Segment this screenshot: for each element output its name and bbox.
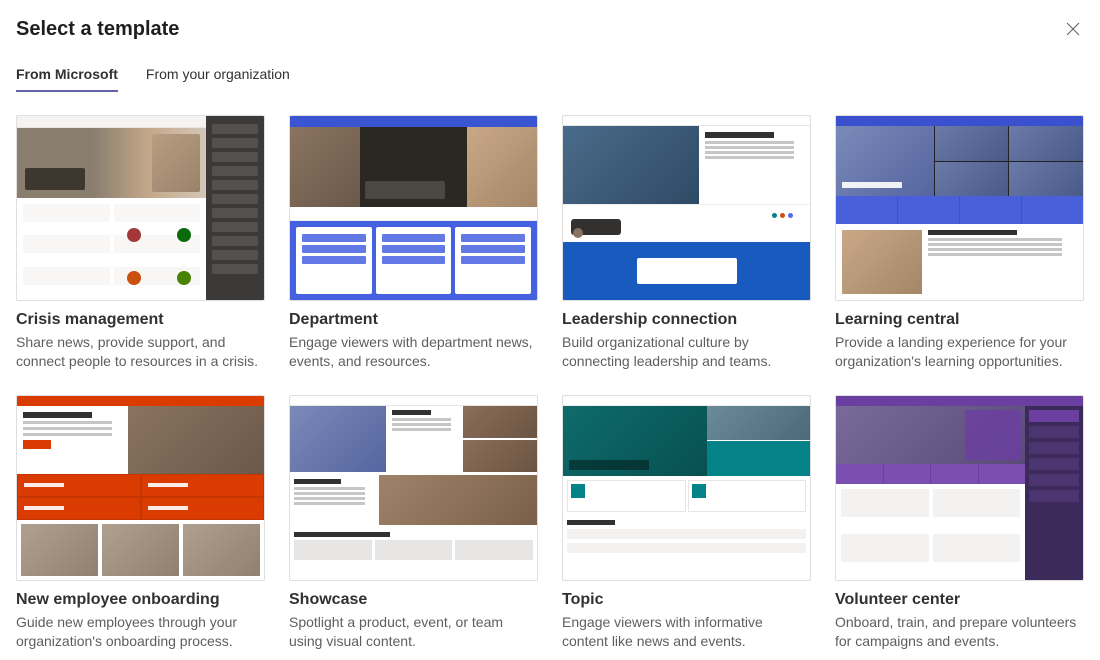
template-card-topic[interactable]: Topic Engage viewers with informative co… bbox=[562, 395, 811, 651]
template-description: Provide a landing experience for your or… bbox=[835, 333, 1084, 371]
template-thumbnail bbox=[289, 115, 538, 301]
template-description: Onboard, train, and prepare volunteers f… bbox=[835, 613, 1084, 651]
template-title: Leadership connection bbox=[562, 311, 811, 329]
template-thumbnail bbox=[289, 395, 538, 581]
template-card-showcase[interactable]: Showcase Spotlight a product, event, or … bbox=[289, 395, 538, 651]
template-title: Topic bbox=[562, 591, 811, 609]
template-card-volunteer-center[interactable]: Volunteer center Onboard, train, and pre… bbox=[835, 395, 1084, 651]
template-title: Learning central bbox=[835, 311, 1084, 329]
template-thumbnail bbox=[16, 395, 265, 581]
template-card-learning-central[interactable]: Learning central Provide a landing exper… bbox=[835, 115, 1084, 371]
template-title: New employee onboarding bbox=[16, 591, 265, 609]
template-title: Volunteer center bbox=[835, 591, 1084, 609]
template-card-new-employee-onboarding[interactable]: New employee onboarding Guide new employ… bbox=[16, 395, 265, 651]
template-thumbnail bbox=[835, 115, 1084, 301]
template-description: Spotlight a product, event, or team usin… bbox=[289, 613, 538, 651]
template-thumbnail bbox=[835, 395, 1084, 581]
tab-list: From Microsoft From your organization bbox=[16, 62, 1084, 93]
template-title: Crisis management bbox=[16, 311, 265, 329]
template-title: Showcase bbox=[289, 591, 538, 609]
template-grid: Crisis management Share news, provide su… bbox=[16, 115, 1084, 651]
dialog-title: Select a template bbox=[16, 18, 179, 41]
template-title: Department bbox=[289, 311, 538, 329]
template-thumbnail bbox=[562, 115, 811, 301]
template-thumbnail bbox=[16, 115, 265, 301]
template-description: Engage viewers with informative content … bbox=[562, 613, 811, 651]
template-card-department[interactable]: Department Engage viewers with departmen… bbox=[289, 115, 538, 371]
template-description: Share news, provide support, and connect… bbox=[16, 333, 265, 371]
close-button[interactable] bbox=[1062, 18, 1084, 44]
template-card-crisis-management[interactable]: Crisis management Share news, provide su… bbox=[16, 115, 265, 371]
tab-from-microsoft[interactable]: From Microsoft bbox=[16, 62, 118, 92]
template-description: Guide new employees through your organiz… bbox=[16, 613, 265, 651]
template-card-leadership-connection[interactable]: Leadership connection Build organization… bbox=[562, 115, 811, 371]
template-description: Build organizational culture by connecti… bbox=[562, 333, 811, 371]
tab-from-organization[interactable]: From your organization bbox=[146, 62, 290, 92]
template-thumbnail bbox=[562, 395, 811, 581]
close-icon bbox=[1066, 23, 1080, 40]
template-description: Engage viewers with department news, eve… bbox=[289, 333, 538, 371]
